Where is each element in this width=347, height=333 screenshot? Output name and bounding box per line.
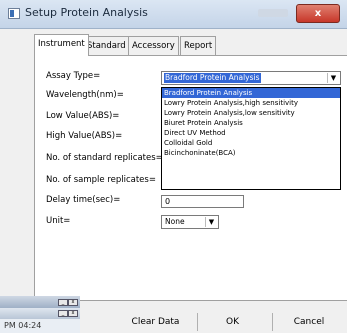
sample-replicates-label: No. of sample replicates= xyxy=(46,175,156,185)
app-icon xyxy=(8,8,20,19)
taskbar-row: _ x xyxy=(0,296,80,308)
tab-report[interactable]: Report xyxy=(180,36,217,55)
close-icon[interactable]: x xyxy=(68,310,78,317)
close-icon[interactable]: x xyxy=(68,299,78,306)
dropdown-option[interactable]: Lowry Protein Analysis,low sensitivity xyxy=(162,108,340,118)
taskbar-clock: PM 04:24 xyxy=(4,321,42,330)
taskbar-row: _ x xyxy=(0,308,80,319)
assay-type-label: Assay Type= xyxy=(46,71,101,81)
cancel-button[interactable]: Cancel xyxy=(276,314,342,330)
assay-type-select[interactable]: Bradford Protein Analysis ▼ xyxy=(161,71,341,85)
dropdown-option[interactable]: Bicinchoninate(BCA) xyxy=(162,148,340,158)
window-title: Setup Protein Analysis xyxy=(25,6,148,19)
delay-time-input[interactable]: 0 xyxy=(161,195,244,208)
dropdown-option[interactable]: Biuret Protein Analysis xyxy=(162,118,340,128)
unit-select[interactable]: None ▼ xyxy=(161,215,219,229)
dropdown-option[interactable]: Lowry Protein Analysis,high sensitivity xyxy=(162,98,340,108)
button-divider xyxy=(197,313,198,331)
tab-accessory[interactable]: Accessory xyxy=(128,36,179,55)
dropdown-option[interactable]: Colloidal Gold xyxy=(162,138,340,148)
unit-value: None xyxy=(165,217,185,226)
tab-instrument[interactable]: Instrument xyxy=(34,34,89,56)
standard-replicates-label: No. of standard replicates= xyxy=(46,153,163,163)
clear-data-button[interactable]: Clear Data xyxy=(118,314,193,330)
setup-protein-analysis-window: Setup Protein Analysis x Instrument Stan… xyxy=(0,0,347,333)
close-button[interactable]: x xyxy=(296,4,340,23)
assay-type-dropdown-list: Bradford Protein Analysis Lowry Protein … xyxy=(161,87,341,190)
wavelength-label: Wavelength(nm)= xyxy=(46,90,124,100)
dropdown-option[interactable]: Bradford Protein Analysis xyxy=(162,88,340,98)
high-value-label: High Value(ABS)= xyxy=(46,131,123,141)
chevron-down-icon[interactable]: ▼ xyxy=(205,217,217,227)
dropdown-option[interactable]: Direct UV Method xyxy=(162,128,340,138)
unit-label: Unit= xyxy=(46,216,71,226)
tab-standard[interactable]: Standard xyxy=(83,36,130,55)
background-window-title xyxy=(258,9,288,17)
chevron-down-icon[interactable]: ▼ xyxy=(327,73,339,83)
assay-type-value: Bradford Protein Analysis xyxy=(164,73,261,83)
delay-time-label: Delay time(sec)= xyxy=(46,195,121,205)
button-divider xyxy=(272,313,273,331)
ok-button[interactable]: OK xyxy=(200,314,265,330)
taskbar-fragment: _ x _ x PM 04:24 xyxy=(0,296,80,333)
title-bar[interactable]: Setup Protein Analysis x xyxy=(0,0,347,29)
minimize-icon[interactable]: _ xyxy=(58,310,68,317)
minimize-icon[interactable]: _ xyxy=(58,299,68,306)
low-value-label: Low Value(ABS)= xyxy=(46,111,120,121)
